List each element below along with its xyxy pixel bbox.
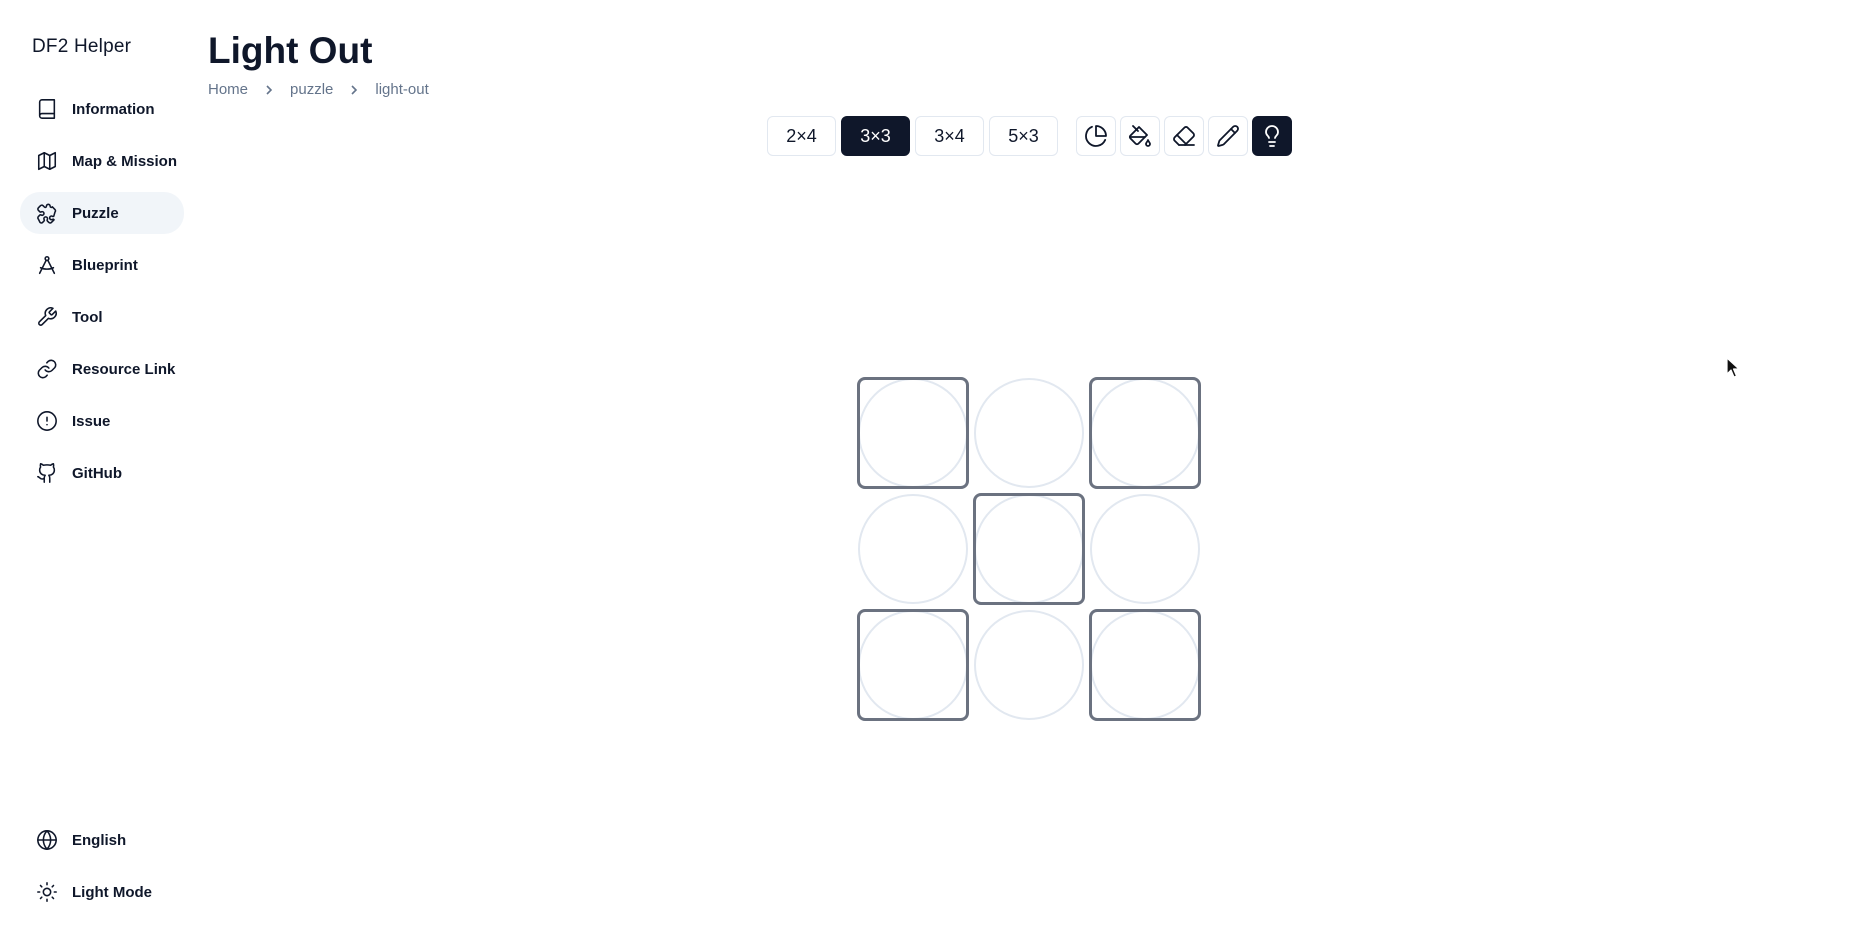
- sidebar-item-map-mission[interactable]: Map & Mission: [20, 140, 184, 182]
- cell-circle: [1090, 494, 1200, 604]
- board-cell[interactable]: [973, 493, 1085, 605]
- board-cell[interactable]: [857, 377, 969, 489]
- pie-chart-icon: [1085, 125, 1107, 147]
- cell-circle: [974, 378, 1084, 488]
- size-button-3x3[interactable]: 3×3: [841, 116, 910, 156]
- sidebar-item-puzzle[interactable]: Puzzle: [20, 192, 184, 234]
- cell-highlight-frame: [973, 493, 1085, 605]
- board-cell[interactable]: [1089, 493, 1201, 605]
- sun-icon: [36, 881, 58, 903]
- sidebar-nav: Information Map & Mission Puzzle Bluepri…: [20, 88, 184, 504]
- sidebar-item-label: Tool: [72, 308, 103, 326]
- lightbulb-tool-button[interactable]: [1252, 116, 1292, 156]
- cell-circle: [858, 494, 968, 604]
- sidebar-item-blueprint[interactable]: Blueprint: [20, 244, 184, 286]
- sidebar-item-label: Information: [72, 100, 155, 118]
- book-icon: [36, 98, 58, 120]
- grid-size-selector: 2×4 3×3 3×4 5×3: [767, 116, 1058, 156]
- board-cell[interactable]: [857, 493, 969, 605]
- language-switcher[interactable]: English: [20, 819, 184, 861]
- theme-label: Light Mode: [72, 883, 152, 901]
- sidebar: DF2 Helper Information Map & Mission Puz…: [0, 0, 196, 932]
- pencil-tool-button[interactable]: [1208, 116, 1248, 156]
- eraser-icon: [1173, 126, 1195, 146]
- sidebar-item-issue[interactable]: Issue: [20, 400, 184, 442]
- sidebar-item-github[interactable]: GitHub: [20, 452, 184, 494]
- board-cell[interactable]: [1089, 377, 1201, 489]
- sidebar-item-label: Resource Link: [72, 360, 176, 378]
- size-button-2x4[interactable]: 2×4: [767, 116, 836, 156]
- sidebar-item-label: Puzzle: [72, 204, 119, 222]
- page-title: Light Out: [208, 30, 373, 71]
- compass-icon: [36, 254, 58, 276]
- cell-highlight-frame: [1089, 609, 1201, 721]
- globe-icon: [36, 829, 58, 851]
- puzzle-icon: [36, 202, 58, 224]
- sidebar-item-tool[interactable]: Tool: [20, 296, 184, 338]
- breadcrumb-puzzle[interactable]: puzzle: [290, 81, 333, 98]
- breadcrumb-home[interactable]: Home: [208, 81, 248, 98]
- sidebar-item-information[interactable]: Information: [20, 88, 184, 130]
- chevron-right-icon: [264, 84, 274, 95]
- breadcrumb: Home puzzle light-out: [208, 81, 429, 98]
- paint-bucket-icon: [1128, 125, 1151, 147]
- cell-highlight-frame: [1089, 377, 1201, 489]
- size-button-3x4[interactable]: 3×4: [915, 116, 984, 156]
- brand-title: DF2 Helper: [32, 36, 132, 57]
- board-cell[interactable]: [1089, 609, 1201, 721]
- alert-circle-icon: [36, 410, 58, 432]
- light-out-board: [857, 377, 1203, 723]
- paint-bucket-tool-button[interactable]: [1120, 116, 1160, 156]
- github-icon: [36, 462, 58, 484]
- board-cell[interactable]: [973, 609, 1085, 721]
- lightbulb-icon: [1265, 125, 1279, 147]
- cell-highlight-frame: [857, 609, 969, 721]
- board-cell[interactable]: [973, 377, 1085, 489]
- tool-selector: [1076, 116, 1292, 156]
- size-button-5x3[interactable]: 5×3: [989, 116, 1058, 156]
- pencil-icon: [1217, 125, 1239, 147]
- eraser-tool-button[interactable]: [1164, 116, 1204, 156]
- sidebar-item-label: Issue: [72, 412, 111, 430]
- cell-circle: [974, 610, 1084, 720]
- board-cell[interactable]: [857, 609, 969, 721]
- sidebar-item-resource-link[interactable]: Resource Link: [20, 348, 184, 390]
- map-icon: [36, 150, 58, 172]
- link-icon: [36, 358, 58, 380]
- language-label: English: [72, 831, 127, 849]
- chevron-right-icon: [349, 84, 359, 95]
- sidebar-item-label: Blueprint: [72, 256, 138, 274]
- wrench-icon: [36, 306, 58, 328]
- mouse-cursor-icon: [1726, 357, 1740, 378]
- breadcrumb-current: light-out: [375, 81, 429, 98]
- pie-chart-tool-button[interactable]: [1076, 116, 1116, 156]
- theme-toggle[interactable]: Light Mode: [20, 871, 184, 913]
- cell-highlight-frame: [857, 377, 969, 489]
- sidebar-item-label: Map & Mission: [72, 152, 178, 170]
- sidebar-item-label: GitHub: [72, 464, 122, 482]
- sidebar-bottom: English Light Mode: [20, 819, 184, 923]
